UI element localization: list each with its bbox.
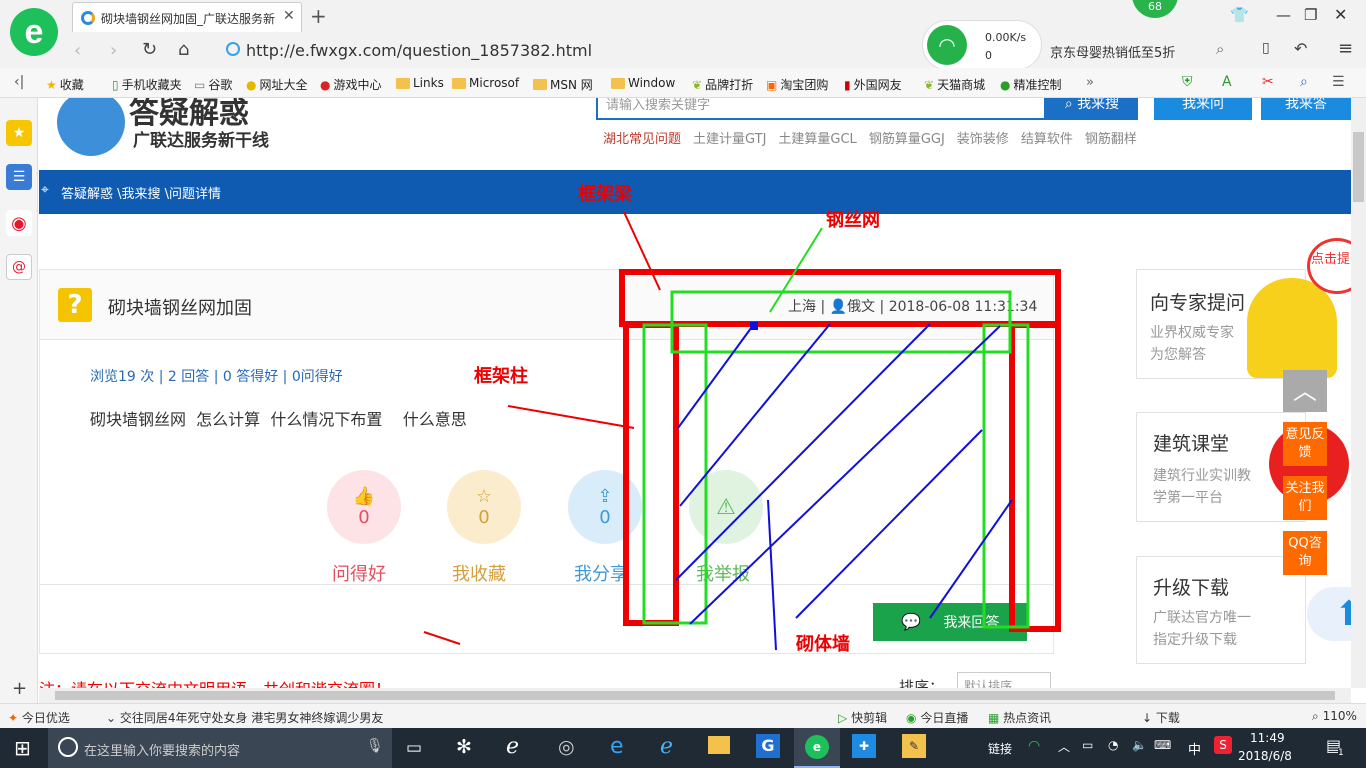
file-explorer-icon[interactable] xyxy=(708,736,730,754)
clock-time[interactable]: 11:49 xyxy=(1250,731,1285,745)
wall-arrow xyxy=(767,499,777,651)
notification-count: 1 xyxy=(1338,748,1344,758)
ime-indicator[interactable]: 中 xyxy=(1188,739,1201,758)
ie-app-icon[interactable]: ℯ xyxy=(506,734,519,759)
vertical-scrollbar[interactable] xyxy=(1351,98,1366,688)
tray-link-label[interactable]: 链接 xyxy=(988,740,1012,757)
zoom-icon: ⌕ xyxy=(1312,709,1319,723)
wall-label: 砌体墙 xyxy=(796,634,850,655)
status-item-download[interactable]: ↓ 下载 xyxy=(1142,709,1180,726)
taskbar-search-placeholder: 在这里输入你要搜索的内容 xyxy=(84,744,241,759)
scroll-thumb[interactable] xyxy=(1353,132,1364,202)
taskbar-search[interactable]: 在这里输入你要搜索的内容 🎙 xyxy=(48,728,392,768)
mesh-label: 钢丝网 xyxy=(826,210,880,231)
notes-app-icon[interactable]: ✎ xyxy=(902,734,926,758)
status-item-live[interactable]: ◉ 今日直播 xyxy=(906,709,968,726)
network-tray-icon[interactable]: ◔ xyxy=(1108,738,1118,752)
battery-icon[interactable]: ▭ xyxy=(1082,738,1093,752)
news-icon: ▦ xyxy=(988,711,1000,725)
scroll-thumb[interactable] xyxy=(55,691,1335,700)
active-browser-app[interactable]: e xyxy=(794,728,840,768)
browser-logo-icon[interactable]: e xyxy=(10,8,58,56)
annotation-overlay xyxy=(423,211,1061,651)
play-icon: ◉ xyxy=(906,711,917,725)
ie-blue-app-icon[interactable]: ℯ xyxy=(660,734,673,759)
spiral-app-icon[interactable]: ◎ xyxy=(558,736,575,758)
tray-expand-icon[interactable]: ︿ xyxy=(1058,738,1070,755)
left-column-box xyxy=(623,322,679,626)
status-item-news[interactable]: ▦ 热点资讯 xyxy=(988,709,1051,726)
today-pick[interactable]: ✦ 今日优选 xyxy=(8,709,70,726)
keyboard-icon[interactable]: ⌨ xyxy=(1154,738,1171,752)
clip-icon: ▷ xyxy=(838,711,848,725)
beam-label: 框架梁 xyxy=(578,184,632,205)
browser-app-icon: e xyxy=(805,735,829,759)
horizontal-scrollbar[interactable] xyxy=(39,688,1351,703)
beam-box xyxy=(619,269,1061,327)
wifi-tray-icon[interactable]: ◠ xyxy=(1028,738,1040,754)
gift-icon: ✦ xyxy=(8,711,19,725)
news-ticker[interactable]: ⌄ 交往同居4年死守处女身 港宅男女神终嫁调少男友 xyxy=(106,709,383,726)
edge-app-icon[interactable]: e xyxy=(610,734,624,759)
column-arrow xyxy=(507,405,635,429)
column-label: 框架柱 xyxy=(474,366,528,387)
mic-icon: 🎙 xyxy=(366,738,384,754)
wall-hatching xyxy=(675,323,1013,625)
fan-app-icon[interactable]: ✻ xyxy=(456,736,472,758)
cortana-icon xyxy=(58,737,78,757)
clock-date[interactable]: 2018/6/8 xyxy=(1238,749,1292,763)
beam-arrow xyxy=(623,211,661,291)
glodon-app-icon[interactable]: G xyxy=(756,734,780,758)
red-stroke-mark xyxy=(423,631,461,645)
windows-taskbar: ⊞ 在这里输入你要搜索的内容 🎙 ▭ ✻ ℯ ◎ e ℯ G e ✚ ✎ 链接 … xyxy=(0,728,1366,768)
download-icon: ↓ xyxy=(1142,711,1153,725)
right-column-box xyxy=(1009,322,1061,632)
blue-marker xyxy=(750,322,758,330)
zoom-level[interactable]: ⌕ 110% xyxy=(1312,709,1357,724)
windows-start-icon[interactable]: ⊞ xyxy=(14,736,31,760)
browser-status-bar: ✦ 今日优选 ⌄ 交往同居4年死守处女身 港宅男女神终嫁调少男友 ▷ 快剪辑 ◉… xyxy=(0,703,1366,728)
status-item-clip[interactable]: ▷ 快剪辑 xyxy=(838,709,887,726)
volume-icon[interactable]: 🔈 xyxy=(1132,738,1147,752)
mesh-right-box xyxy=(982,323,1030,629)
pin-app-icon[interactable]: ✚ xyxy=(852,734,876,758)
sogou-icon[interactable]: S xyxy=(1214,736,1232,754)
task-view-icon[interactable]: ▭ xyxy=(406,738,422,758)
